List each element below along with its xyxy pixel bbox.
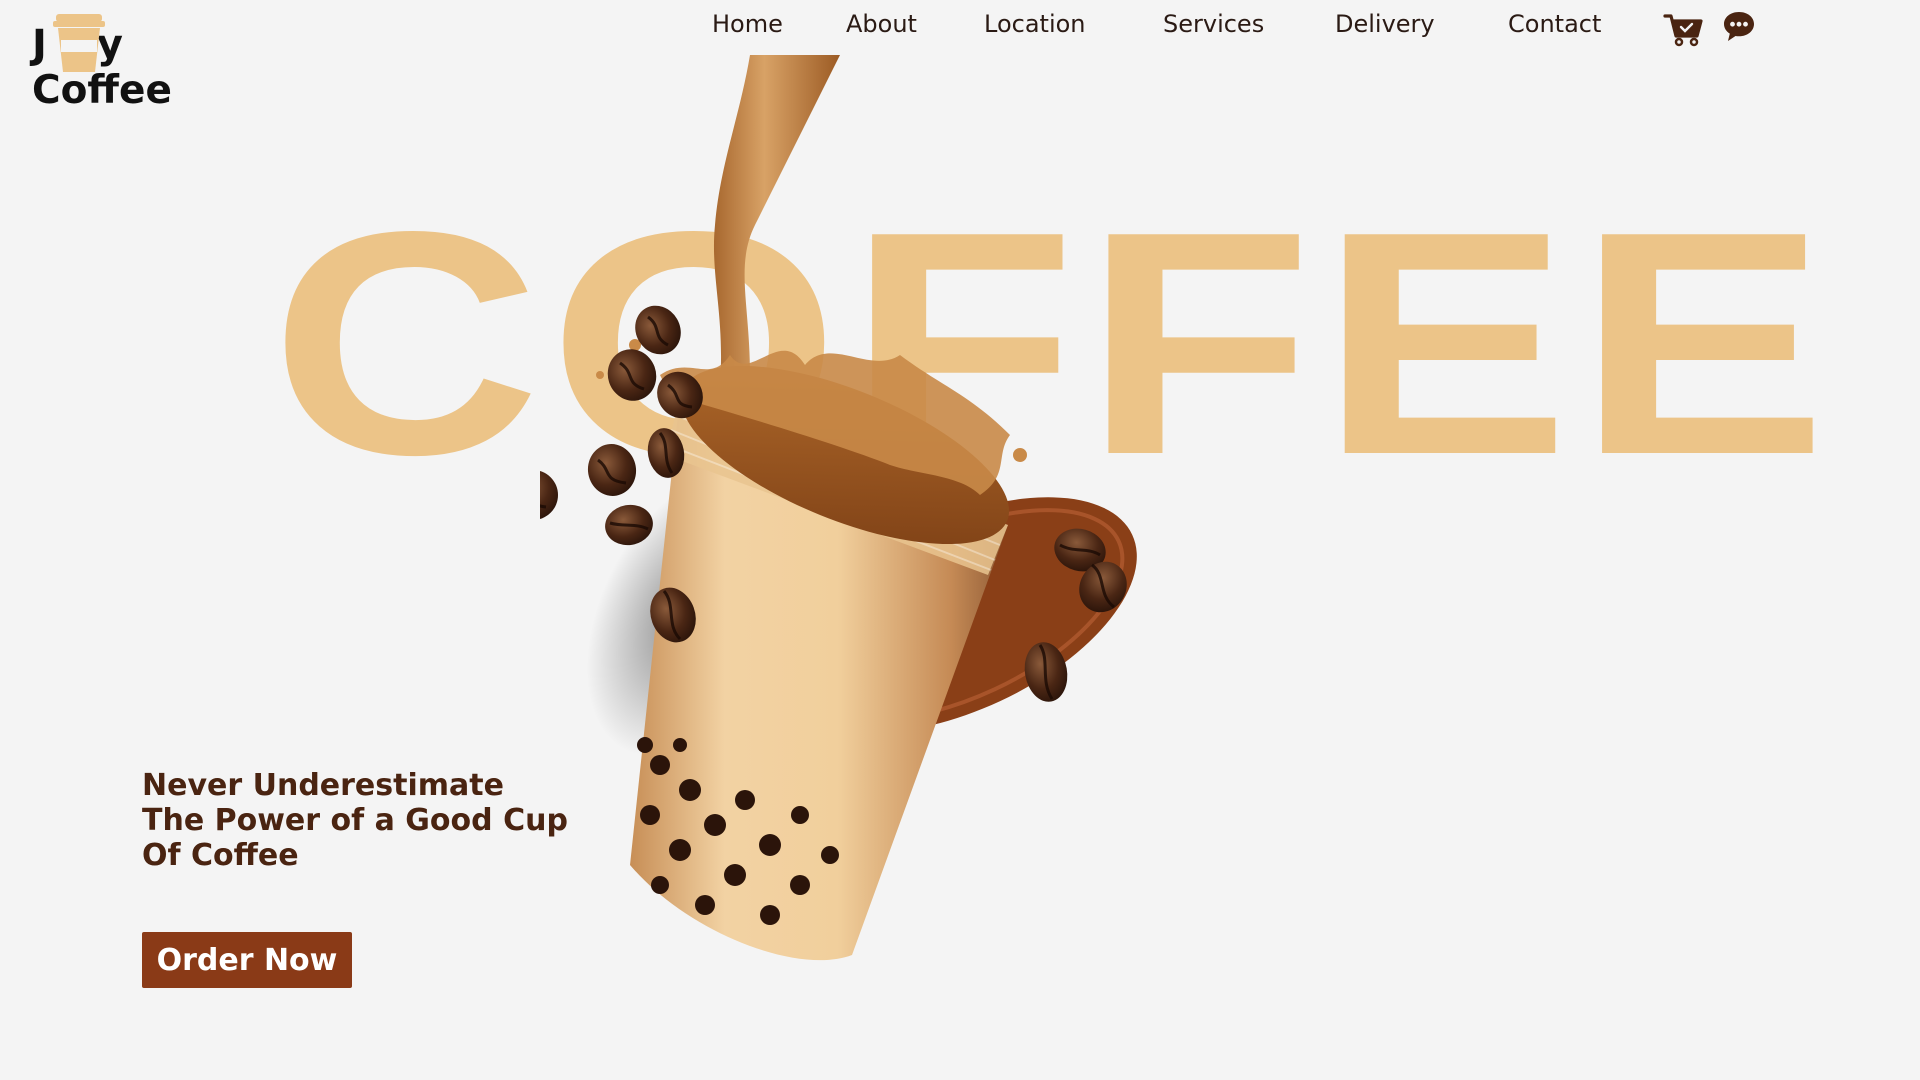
- hero-tagline: Never Underestimate The Power of a Good …: [142, 768, 662, 873]
- landing-page: Jy Coffee Home About Location Services D…: [0, 0, 1920, 1080]
- cart-icon[interactable]: [1663, 12, 1703, 48]
- tagline-line-3: Of Coffee: [142, 838, 299, 873]
- main-nav: Home About Location Services Delivery Co…: [0, 6, 1920, 48]
- nav-location[interactable]: Location: [984, 10, 1086, 38]
- logo-line-2: Coffee: [32, 68, 172, 113]
- order-now-button[interactable]: Order Now: [142, 932, 352, 988]
- nav-services[interactable]: Services: [1163, 10, 1264, 38]
- tagline-line-1: Never Underestimate: [142, 768, 504, 803]
- tagline-line-2: The Power of a Good Cup: [142, 803, 568, 838]
- bubble-tea-illustration: [540, 55, 1137, 961]
- nav-about[interactable]: About: [846, 10, 917, 38]
- nav-contact[interactable]: Contact: [1508, 10, 1601, 38]
- nav-home[interactable]: Home: [712, 10, 783, 38]
- nav-delivery[interactable]: Delivery: [1335, 10, 1435, 38]
- chat-icon[interactable]: [1722, 10, 1756, 44]
